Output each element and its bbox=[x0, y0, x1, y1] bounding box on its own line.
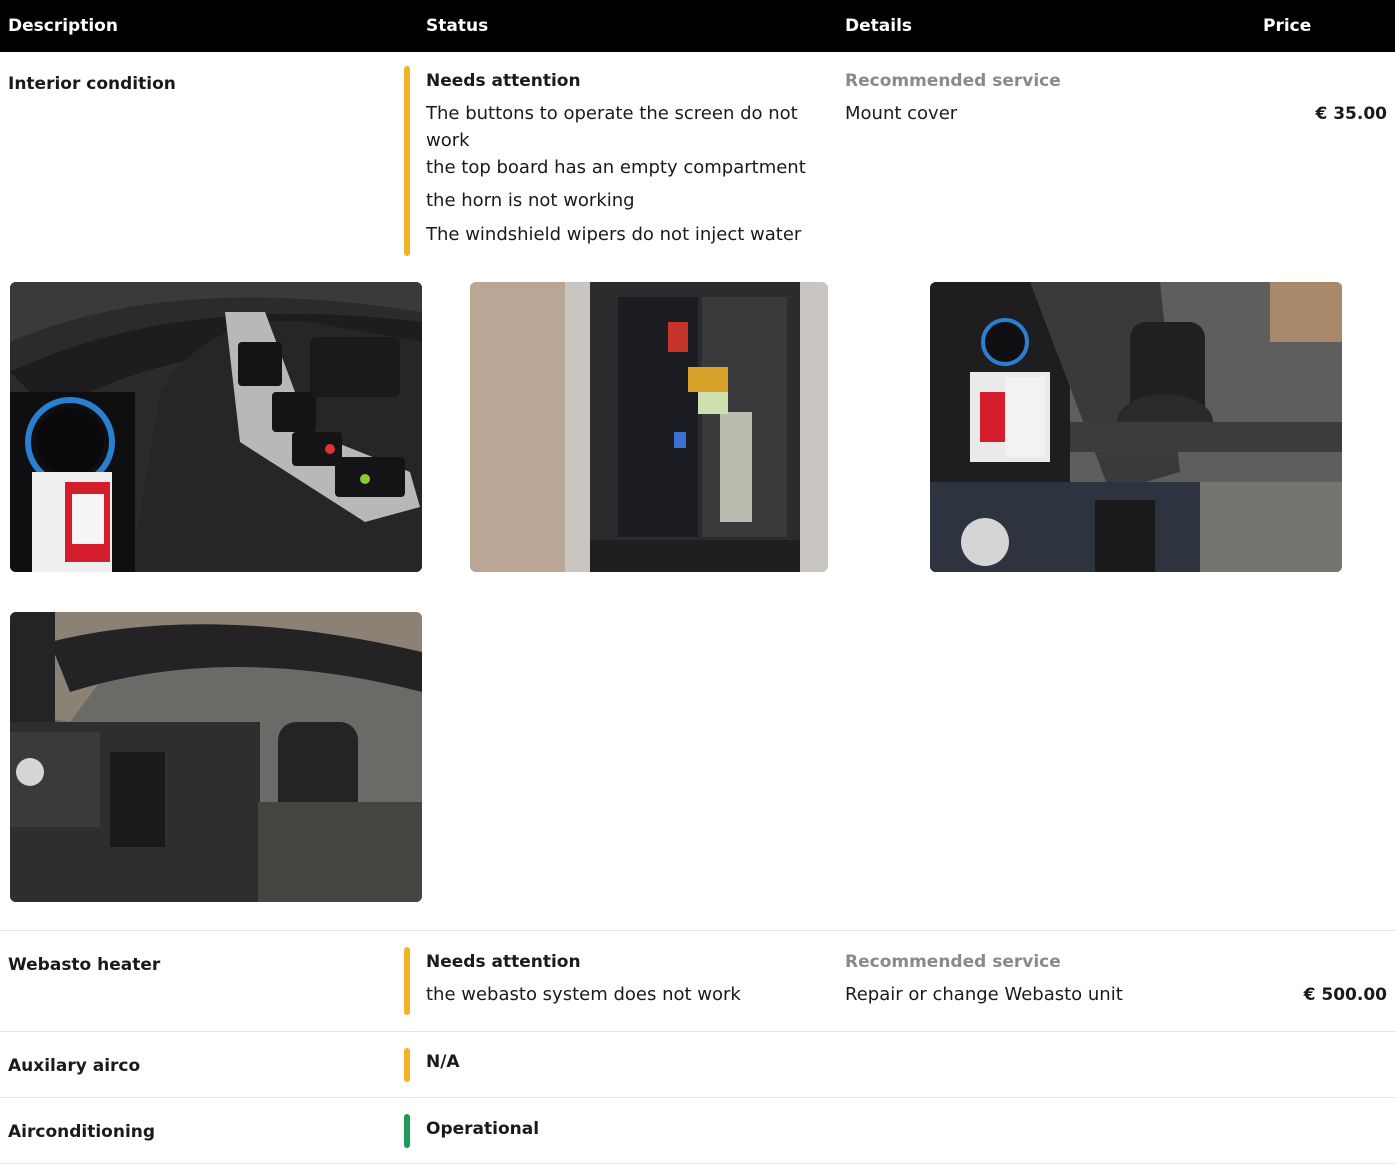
column-header-details: Details bbox=[845, 16, 913, 36]
status-label: Operational bbox=[426, 1119, 540, 1139]
issue-item: the top board has an empty compartment bbox=[426, 157, 806, 178]
row-title: Auxilary airco bbox=[8, 1056, 141, 1076]
column-header-status: Status bbox=[426, 16, 489, 36]
table-header: Description Status Details Price bbox=[0, 0, 1395, 52]
recommended-service-label: Recommended service bbox=[845, 71, 1061, 91]
steering-wheel-buttons-photo[interactable] bbox=[10, 282, 422, 572]
status-indicator-bar bbox=[404, 66, 410, 256]
service-price: € 500.00 bbox=[1303, 985, 1387, 1005]
row-title: Airconditioning bbox=[8, 1122, 156, 1142]
service-item: Mount cover bbox=[845, 103, 958, 124]
status-label: N/A bbox=[426, 1052, 460, 1072]
radio-compartment-tachograph-photo[interactable] bbox=[470, 282, 828, 572]
status-indicator-bar bbox=[404, 1114, 410, 1148]
issue-item: The windshield wipers do not inject wate… bbox=[426, 224, 802, 245]
row-title: Webasto heater bbox=[8, 955, 161, 975]
column-header-price: Price bbox=[1263, 16, 1312, 36]
dashboard-stalk-photo[interactable] bbox=[930, 282, 1342, 572]
issue-item: the horn is not working bbox=[426, 190, 635, 211]
issue-item: the webasto system does not work bbox=[426, 984, 741, 1005]
status-indicator-bar bbox=[404, 947, 410, 1015]
status-label: Needs attention bbox=[426, 71, 581, 91]
row-divider bbox=[0, 930, 1395, 931]
column-header-description: Description bbox=[8, 16, 118, 36]
service-item: Repair or change Webasto unit bbox=[845, 984, 1123, 1005]
recommended-service-label: Recommended service bbox=[845, 952, 1061, 972]
status-indicator-bar bbox=[404, 1048, 410, 1082]
row-divider bbox=[0, 1031, 1395, 1032]
row-divider bbox=[0, 1163, 1395, 1164]
service-price: € 35.00 bbox=[1315, 104, 1387, 124]
row-title: Interior condition bbox=[8, 74, 176, 94]
status-label: Needs attention bbox=[426, 952, 581, 972]
wiper-stalk-photo[interactable] bbox=[10, 612, 422, 902]
row-divider bbox=[0, 1097, 1395, 1098]
issue-item: The buttons to operate the screen do not… bbox=[426, 103, 798, 151]
